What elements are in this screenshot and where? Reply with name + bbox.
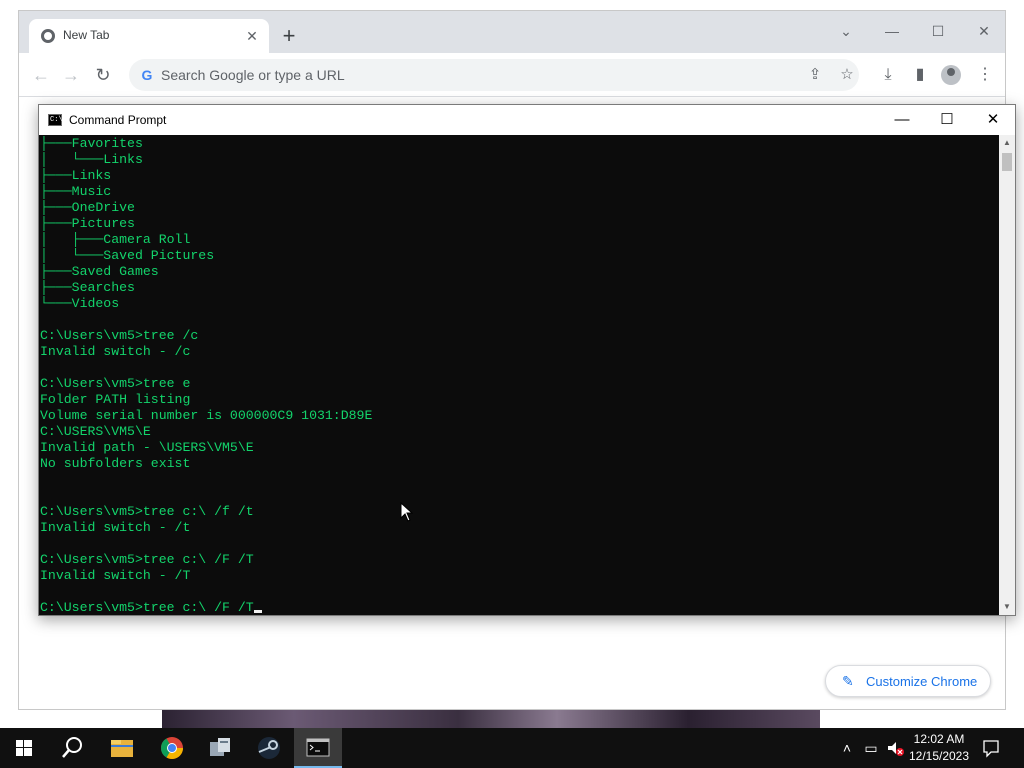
package-icon [210, 738, 230, 756]
network-icon[interactable]: ▭ [862, 738, 880, 758]
text-cursor [253, 610, 262, 613]
chrome-tabstrip: New Tab ✕ + ⌄ — ☐ ✕ [19, 11, 1005, 53]
cmd-line: C:\Users\vm5>tree /c [40, 328, 199, 343]
cmd-line [40, 312, 372, 328]
cmd-close-button[interactable]: ✕ [970, 105, 1016, 135]
taskbar-chrome[interactable] [148, 728, 196, 768]
close-window-button[interactable]: ✕ [961, 17, 1007, 45]
menu-kebab-icon[interactable]: ⋮ [973, 63, 997, 87]
cmd-line: ├───Pictures [40, 216, 135, 231]
cmd-text-lines: ├───Favorites │ └───Links ├───Links ├───Mus… [40, 136, 372, 615]
clock-time: 12:02 AM [913, 732, 965, 746]
customize-chrome-label: Customize Chrome [866, 674, 978, 689]
scroll-up-arrow-icon[interactable]: ▲ [999, 135, 1015, 151]
show-hidden-icons-chevron-icon[interactable]: ˄ [838, 738, 856, 758]
reload-icon[interactable]: ↻ [91, 63, 115, 87]
bookmark-star-icon[interactable]: ☆ [837, 65, 857, 85]
new-tab-button[interactable]: + [277, 25, 301, 49]
tab-search-icon[interactable]: ⌄ [823, 17, 869, 45]
google-icon: G [141, 67, 153, 83]
download-icon[interactable]: ⤓ [876, 63, 900, 87]
close-tab-icon[interactable]: ✕ [243, 27, 261, 45]
cmd-line: Volume serial number is 000000C9 1031:D8… [40, 408, 373, 423]
cmd-line: No subfolders exist [40, 456, 191, 471]
scroll-down-arrow-icon[interactable]: ▼ [999, 599, 1015, 615]
profile-avatar-icon[interactable] [941, 65, 961, 85]
cmd-line: │ └───Links [40, 152, 143, 167]
cmd-line: ├───Links [40, 168, 112, 183]
cmd-line [40, 472, 372, 488]
pencil-icon: ✎ [842, 673, 854, 689]
steam-icon [258, 737, 280, 759]
cmd-line: Invalid switch - /t [40, 520, 191, 535]
customize-chrome-button[interactable]: ✎ Customize Chrome [825, 665, 991, 697]
side-panel-icon[interactable]: ▮ [908, 63, 932, 87]
cmd-line [40, 536, 372, 552]
chrome-favicon-icon [41, 29, 55, 43]
cmd-window-title: Command Prompt [69, 113, 167, 127]
cmd-line: ├───Favorites [40, 136, 143, 151]
windows-logo-icon [16, 740, 32, 756]
taskbar: ˄ ▭ 12:02 AM 12/15/2023 [0, 728, 1024, 768]
cmd-line [40, 584, 372, 600]
cmd-line: C:\Users\vm5>tree e [40, 376, 191, 391]
chrome-toolbar: ← → ↻ G ⇪ ☆ ⤓ ▮ ⋮ [19, 53, 1005, 97]
cmd-line: C:\Users\vm5>tree c:\ /f /t [40, 504, 254, 519]
desktop-background-left [0, 0, 18, 728]
back-arrow-icon[interactable]: ← [29, 63, 53, 87]
cmd-line: ├───Saved Games [40, 264, 159, 279]
taskbar-package-app[interactable] [196, 728, 244, 768]
cmd-line: ├───Music [40, 184, 112, 199]
cmd-line: Folder PATH listing [40, 392, 191, 407]
cmd-line: ├───Searches [40, 280, 135, 295]
tab-title: New Tab [63, 28, 110, 42]
volume-muted-icon[interactable] [886, 738, 904, 758]
cmd-line: Invalid switch - /c [40, 344, 191, 359]
cmd-line: C:\Users\vm5>tree c:\ /F /T [40, 552, 254, 567]
chrome-icon [161, 737, 183, 759]
cmd-line: C:\USERS\VM5\E [40, 424, 151, 439]
terminal-icon [306, 738, 330, 757]
taskbar-steam[interactable] [245, 728, 293, 768]
desktop-background [0, 0, 1024, 10]
tab-new-tab[interactable]: New Tab ✕ [29, 19, 269, 53]
omnibox[interactable]: G ⇪ ☆ [129, 59, 859, 91]
cmd-minimize-button[interactable]: — [879, 105, 925, 135]
taskbar-command-prompt[interactable] [294, 728, 342, 768]
cmd-line [40, 360, 372, 376]
clock-date: 12/15/2023 [908, 749, 970, 763]
cmd-app-icon: C:\ [48, 114, 63, 126]
start-button[interactable] [0, 728, 48, 768]
notifications-icon[interactable] [982, 738, 1000, 758]
maximize-button[interactable]: ☐ [915, 17, 961, 45]
mouse-pointer-icon [400, 502, 414, 522]
cmd-line: ├───OneDrive [40, 200, 135, 215]
system-clock[interactable]: 12:02 AM 12/15/2023 [904, 731, 974, 765]
file-explorer-icon [111, 740, 133, 757]
cmd-console-output[interactable]: ├───Favorites │ └───Links ├───Links ├───Mus… [39, 135, 999, 615]
cmd-line: └───Videos [40, 296, 120, 311]
address-bar-input[interactable] [161, 59, 761, 91]
cmd-line: Invalid path - \USERS\VM5\E [40, 440, 254, 455]
desktop-wallpaper [162, 710, 820, 728]
cmd-line: │ └───Saved Pictures [40, 248, 215, 263]
taskbar-search-button[interactable] [48, 728, 96, 768]
minimize-button[interactable]: — [869, 17, 915, 45]
cmd-line [40, 488, 372, 504]
cmd-titlebar[interactable]: C:\ Command Prompt — ☐ ✕ [39, 105, 1015, 135]
forward-arrow-icon[interactable]: → [59, 63, 83, 87]
cmd-line: Invalid switch - /T [40, 568, 191, 583]
cmd-maximize-button[interactable]: ☐ [924, 105, 970, 135]
command-prompt-window: C:\ Command Prompt — ☐ ✕ ├───Favorites │ … [38, 104, 1016, 616]
cmd-scrollbar[interactable]: ▲ ▼ [999, 135, 1015, 615]
scroll-thumb[interactable] [1002, 153, 1012, 171]
taskbar-file-explorer[interactable] [98, 728, 146, 768]
search-icon [62, 737, 82, 758]
cmd-line: C:\Users\vm5>tree c:\ /F /T [40, 600, 372, 615]
cmd-line: │ ├───Camera Roll [40, 232, 191, 247]
share-icon[interactable]: ⇪ [805, 65, 825, 85]
